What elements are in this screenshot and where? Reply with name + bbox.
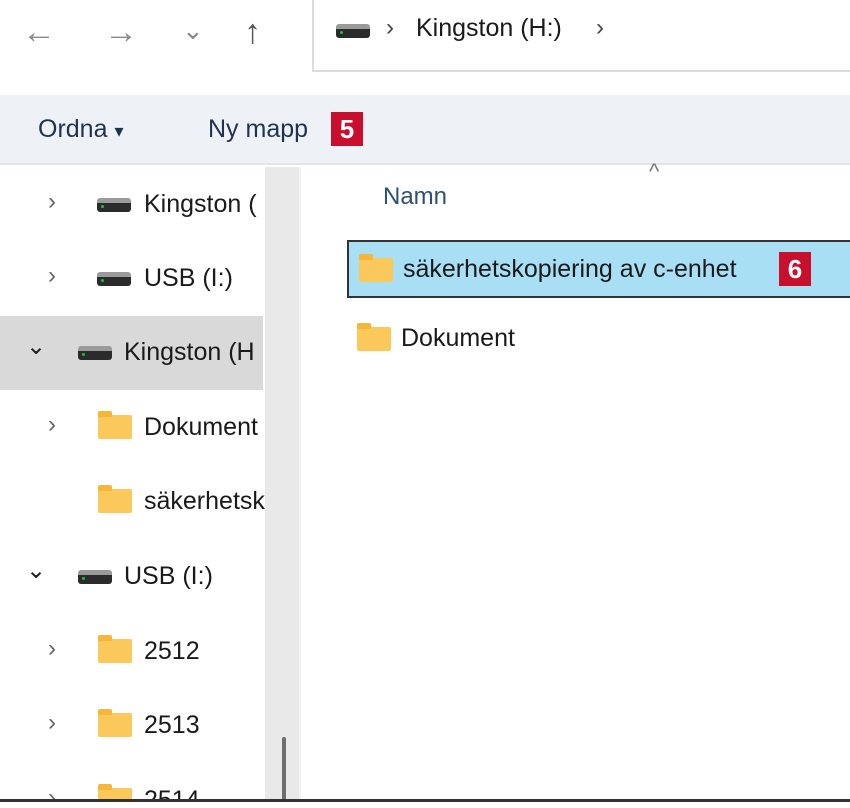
folder-icon <box>98 709 132 737</box>
tree-item-label: USB (I:) <box>124 562 213 590</box>
collapse-chevron-icon[interactable]: ⌄ <box>26 332 46 361</box>
folder-icon <box>98 485 132 513</box>
column-header-name[interactable]: Namn <box>383 183 447 211</box>
tree-item-label: 2513 <box>144 711 200 739</box>
tree-item-dokument[interactable]: › Dokument <box>0 391 263 465</box>
file-name: Dokument <box>401 324 515 352</box>
forward-arrow-icon[interactable]: → <box>104 12 138 52</box>
tree-item-sakerhetskopiering[interactable]: säkerhetsk <box>0 465 265 539</box>
sort-ascending-icon: ^ <box>649 159 660 184</box>
tree-item-label: Kingston ( <box>144 190 257 218</box>
expand-chevron-icon[interactable]: › <box>48 411 56 439</box>
recent-locations-chevron-icon[interactable]: ⌄ <box>182 10 204 50</box>
scrollbar-thumb[interactable] <box>282 737 286 802</box>
tree-item-2514[interactable]: › 2514 <box>0 764 263 800</box>
tree-item-2512[interactable]: › 2512 <box>0 615 263 689</box>
expand-chevron-icon[interactable]: › <box>48 188 56 216</box>
tree-item-kingston[interactable]: › Kingston ( <box>0 168 263 242</box>
expand-chevron-icon[interactable]: › <box>48 784 56 800</box>
folder-icon <box>359 254 393 282</box>
tree-item-label: 2514 <box>144 786 200 800</box>
new-folder-button[interactable]: Ny mapp <box>208 115 308 144</box>
tree-item-2513[interactable]: › 2513 <box>0 689 263 763</box>
drive-icon <box>78 346 112 360</box>
navigation-pane: › Kingston ( › USB (I:) ⌄ Kingston (H › … <box>0 167 265 800</box>
file-item-dokument[interactable]: Dokument <box>347 311 850 369</box>
expand-chevron-icon[interactable]: › <box>48 709 56 737</box>
step-badge-5: 5 <box>331 112 363 146</box>
window-bottom-edge <box>0 799 850 808</box>
up-arrow-icon[interactable]: ↑ <box>244 12 261 52</box>
organize-label: Ordna <box>38 115 108 143</box>
tree-item-usb-i[interactable]: ⌄ USB (I:) <box>0 540 263 614</box>
drive-icon <box>78 570 112 584</box>
drive-icon <box>336 24 370 38</box>
drive-icon <box>97 198 131 212</box>
folder-icon <box>98 411 132 439</box>
tree-item-label: 2512 <box>144 637 200 665</box>
tree-item-kingston-h-selected[interactable]: ⌄ Kingston (H <box>0 316 263 390</box>
navigation-pane-scrollbar[interactable] <box>265 167 301 800</box>
expand-chevron-icon[interactable]: › <box>48 635 56 663</box>
organize-button[interactable]: Ordna ▾ <box>38 115 123 144</box>
tree-item-label: Kingston (H <box>124 338 255 366</box>
back-arrow-icon[interactable]: ← <box>22 12 56 52</box>
tree-item-label: säkerhetsk <box>144 487 265 515</box>
dropdown-arrow-icon: ▾ <box>114 121 124 141</box>
step-badge-6: 6 <box>779 252 811 286</box>
navigation-bar: ← → ⌄ ↑ › Kingston (H:) › <box>0 0 850 95</box>
expand-chevron-icon[interactable]: › <box>48 262 56 290</box>
breadcrumb-separator-icon[interactable]: › <box>386 14 394 42</box>
folder-icon <box>357 323 391 351</box>
tree-item-usb[interactable]: › USB (I:) <box>0 242 263 316</box>
command-bar: Ordna ▾ Ny mapp 5 <box>0 95 850 165</box>
tree-item-label: USB (I:) <box>144 264 233 292</box>
address-bar[interactable]: › Kingston (H:) › <box>312 0 850 72</box>
folder-icon <box>98 635 132 663</box>
file-list: ^ Namn säkerhetskopiering av c-enhet 6 D… <box>303 159 850 800</box>
file-name: säkerhetskopiering av c-enhet <box>403 255 737 283</box>
drive-icon <box>97 272 131 286</box>
tree-item-label: Dokument <box>144 413 258 441</box>
collapse-chevron-icon[interactable]: ⌄ <box>26 556 46 585</box>
file-item-sakerhetskopiering[interactable]: säkerhetskopiering av c-enhet 6 <box>347 240 850 298</box>
breadcrumb-separator-icon[interactable]: › <box>596 14 604 42</box>
breadcrumb-kingston[interactable]: Kingston (H:) <box>416 14 562 43</box>
